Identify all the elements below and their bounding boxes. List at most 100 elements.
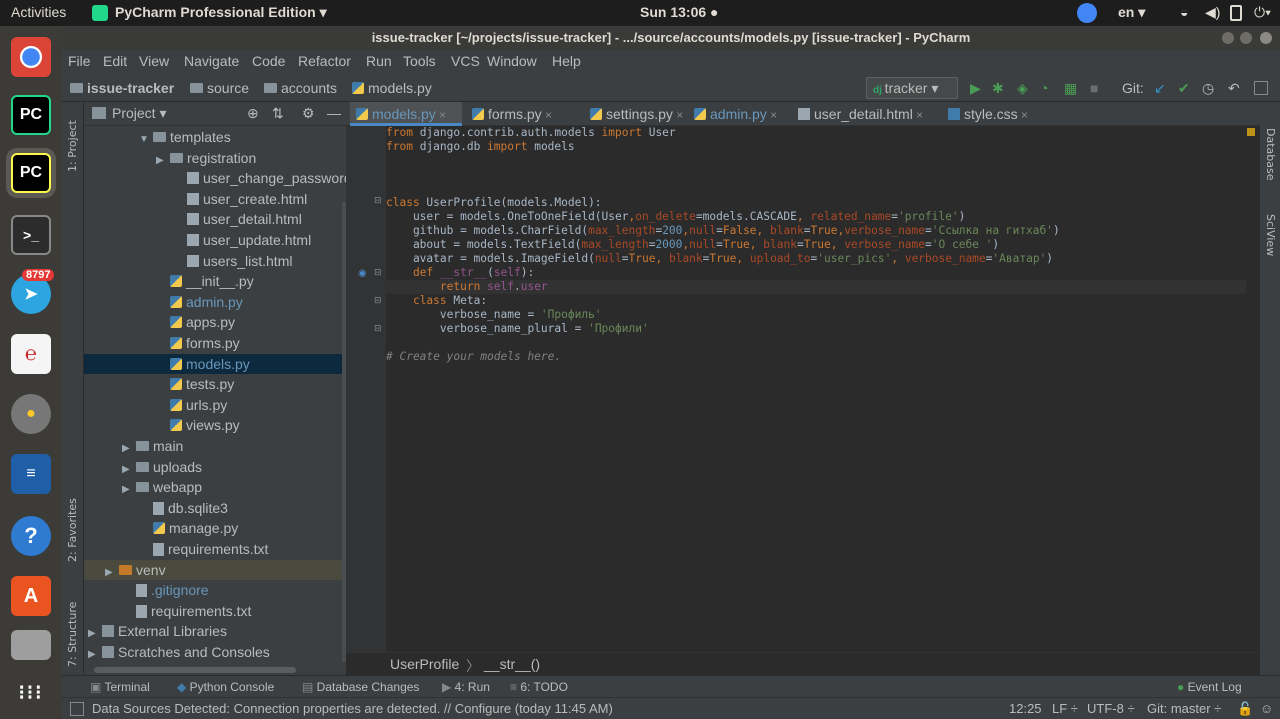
git-revert-icon[interactable]: ↶ xyxy=(1228,80,1240,97)
tree-file[interactable]: __init__.py xyxy=(84,271,346,291)
tree-file[interactable]: ▶ Scratches and Consoles xyxy=(84,642,346,662)
editor-tab[interactable]: models.py × xyxy=(350,102,462,126)
inspection-indicator[interactable] xyxy=(1247,128,1255,136)
tree-folder[interactable]: ▶ registration xyxy=(84,148,346,168)
maximize-button[interactable] xyxy=(1240,32,1252,44)
drive-launcher-icon[interactable] xyxy=(11,630,51,660)
close-tab-icon[interactable]: × xyxy=(542,108,552,122)
git-commit-icon[interactable]: ✔ xyxy=(1178,80,1190,97)
chrome-launcher-icon[interactable] xyxy=(11,37,51,77)
toggle-tool-windows-icon[interactable] xyxy=(70,702,84,716)
menu-refactor[interactable]: Refactor xyxy=(298,53,351,69)
tree-file[interactable]: user_change_password.h xyxy=(84,168,363,188)
editor-tab[interactable]: style.css × xyxy=(942,102,1038,126)
tree-folder[interactable]: ▶ uploads xyxy=(84,457,346,477)
menu-file[interactable]: File xyxy=(68,53,91,69)
database-tool-tab[interactable]: Database xyxy=(1264,128,1277,181)
structure-tool-tab[interactable]: 7: Structure xyxy=(66,602,79,667)
settings-gear-icon[interactable]: ⚙ xyxy=(302,105,315,122)
tree-file[interactable]: manage.py xyxy=(84,518,346,538)
editor-tab[interactable]: admin.py × xyxy=(688,102,788,126)
tree-file[interactable]: db.sqlite3 xyxy=(84,498,346,518)
battery-icon[interactable] xyxy=(1230,5,1242,21)
lock-icon[interactable]: 🔓 xyxy=(1237,701,1253,717)
pycharm-pro-launcher-icon[interactable]: PC xyxy=(11,153,51,193)
software-center-launcher-icon[interactable]: A xyxy=(11,576,51,616)
breadcrumb-project[interactable]: issue-tracker xyxy=(70,80,174,96)
writer-launcher-icon[interactable]: ≡ xyxy=(11,454,51,494)
menu-window[interactable]: Window xyxy=(487,53,537,69)
todo-tool-button[interactable]: ≡ 6: TODO xyxy=(510,680,568,694)
app-menu[interactable]: PyCharm Professional Edition ▾ xyxy=(115,4,327,21)
tree-file[interactable]: urls.py xyxy=(84,395,346,415)
close-tab-icon[interactable]: × xyxy=(1018,108,1028,122)
project-structure-icon[interactable] xyxy=(1254,81,1268,95)
menu-tools[interactable]: Tools xyxy=(403,53,436,69)
collapse-icon[interactable]: ⇅ xyxy=(272,105,284,122)
run-tool-button[interactable]: ▶ 4: Run xyxy=(442,680,490,694)
tree-file[interactable]: forms.py xyxy=(84,333,346,353)
editor-tab[interactable]: forms.py × xyxy=(466,102,580,126)
tree-file[interactable]: ▶ External Libraries xyxy=(84,621,346,641)
fold-marker-icon[interactable]: ⊟ xyxy=(374,324,382,334)
close-tab-icon[interactable]: × xyxy=(913,108,923,122)
inspector-icon[interactable]: ☺ xyxy=(1260,701,1273,716)
breadcrumb-file[interactable]: models.py xyxy=(352,80,432,96)
terminal-tool-button[interactable]: ▣ Terminal xyxy=(90,680,150,694)
coverage-icon[interactable]: ◈ xyxy=(1017,80,1028,97)
menu-help[interactable]: Help xyxy=(552,53,581,69)
concurrency-icon[interactable]: ▦ xyxy=(1064,80,1077,97)
override-marker-icon[interactable]: ◉ xyxy=(358,268,367,279)
tree-folder[interactable]: ▶ main xyxy=(84,436,346,456)
collapsed-arrow-icon[interactable]: ▶ xyxy=(88,645,102,665)
close-tab-icon[interactable]: × xyxy=(673,108,683,122)
tree-folder[interactable]: ▼ templates xyxy=(84,127,346,147)
menu-view[interactable]: View xyxy=(139,53,169,69)
python-console-tool-button[interactable]: ◆ Python Console xyxy=(177,680,274,694)
minimize-button[interactable] xyxy=(1222,32,1234,44)
sciview-tool-tab[interactable]: SciView xyxy=(1264,214,1277,256)
tree-folder[interactable]: ▶ webapp xyxy=(84,477,346,497)
menu-code[interactable]: Code xyxy=(252,53,285,69)
menu-vcs[interactable]: VCS xyxy=(451,53,480,69)
tree-file[interactable]: apps.py xyxy=(84,312,346,332)
event-log-button[interactable]: ● Event Log xyxy=(1177,680,1242,694)
menu-run[interactable]: Run xyxy=(366,53,392,69)
locate-icon[interactable]: ⊕ xyxy=(247,105,259,122)
profile-icon[interactable]: ◔ xyxy=(1040,80,1048,96)
tree-file[interactable]: .gitignore xyxy=(84,580,346,600)
fold-marker-icon[interactable]: ⊟ xyxy=(374,296,382,306)
editor-tab[interactable]: settings.py × xyxy=(584,102,684,126)
close-tab-icon[interactable]: × xyxy=(767,108,777,122)
rhythmbox-launcher-icon[interactable]: ● xyxy=(11,394,51,434)
stop-icon[interactable]: ■ xyxy=(1090,80,1098,96)
close-tab-icon[interactable]: × xyxy=(436,108,446,122)
status-message[interactable]: Data Sources Detected: Connection proper… xyxy=(92,701,613,716)
tree-file[interactable]: user_create.html xyxy=(84,189,346,209)
wifi-icon[interactable]: ◒ xyxy=(1180,4,1188,20)
code-editor[interactable]: from django.contrib.auth.models import U… xyxy=(386,126,1060,364)
tree-file[interactable]: requirements.txt xyxy=(84,539,346,559)
tree-file[interactable]: admin.py xyxy=(84,292,346,312)
breadcrumb-method[interactable]: __str__() xyxy=(484,656,540,672)
tree-file[interactable]: user_update.html xyxy=(84,230,346,250)
favorites-tool-tab[interactable]: 2: Favorites xyxy=(66,498,79,562)
show-apps-icon[interactable]: ⁝⁝⁝ xyxy=(11,672,51,712)
language-indicator[interactable]: en ▾ xyxy=(1118,4,1145,21)
power-menu-icon[interactable]: ⏻▾ xyxy=(1254,4,1271,21)
menu-edit[interactable]: Edit xyxy=(103,53,127,69)
breadcrumb-accounts[interactable]: accounts xyxy=(264,80,337,96)
file-encoding[interactable]: UTF-8 ÷ xyxy=(1087,701,1135,716)
breadcrumb-source[interactable]: source xyxy=(190,80,249,96)
activities-button[interactable]: Activities xyxy=(11,4,66,20)
line-separator[interactable]: LF ÷ xyxy=(1052,701,1078,716)
pycharm-launcher-icon[interactable]: PC xyxy=(11,95,51,135)
tree-file[interactable]: models.py xyxy=(84,353,346,374)
chrome-indicator-icon[interactable] xyxy=(1077,3,1097,23)
fold-marker-icon[interactable]: ⊟ xyxy=(374,196,382,206)
help-launcher-icon[interactable]: ? xyxy=(11,516,51,556)
project-view-dropdown[interactable]: Project ▾ xyxy=(112,105,167,122)
git-history-icon[interactable]: ◷ xyxy=(1202,80,1214,97)
fold-marker-icon[interactable]: ⊟ xyxy=(374,268,382,278)
clock[interactable]: Sun 13:06 ● xyxy=(640,4,718,20)
